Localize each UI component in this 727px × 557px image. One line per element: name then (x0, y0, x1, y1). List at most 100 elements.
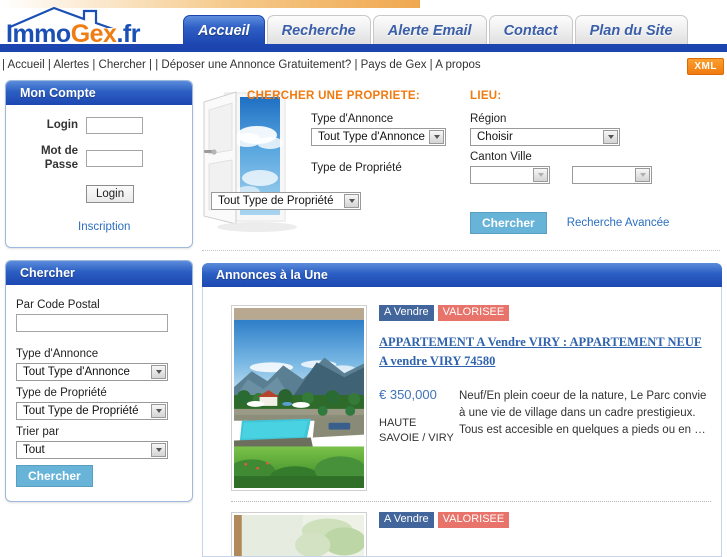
login-button[interactable]: Login (86, 184, 135, 203)
tab-alerte-email[interactable]: Alerte Email (372, 15, 487, 45)
hero-type-annonce-select[interactable]: Tout Type d'Annonce (311, 128, 446, 146)
account-panel-body: Login Mot de Passe Login Inscription (6, 105, 192, 247)
status-badge: A Vendre (379, 305, 434, 321)
tab-contact[interactable]: Contact (488, 15, 573, 45)
breadcrumb[interactable]: | Accueil | Alertes | Chercher | | Dépos… (2, 59, 481, 71)
login-input[interactable] (86, 117, 143, 134)
featured-listings-title: Annonces à la Une (202, 263, 722, 287)
hero-search-section: CHERCHER UNE PROPRIETE: LIEU: Type d'Ann… (200, 80, 722, 251)
login-label: Login (46, 119, 78, 132)
hero-actions-row: Chercher Recherche Avancée (470, 212, 669, 234)
sidebar-search-panel: Chercher Par Code Postal Type d'Annonce … (5, 259, 193, 502)
status-badge: A Vendre (379, 512, 434, 528)
listing-thumbnail-image (234, 308, 364, 488)
hero-heading-property: CHERCHER UNE PROPRIETE: (247, 90, 421, 102)
hero-divider (202, 250, 720, 251)
sidebar-trier-par-value: Tout (23, 443, 45, 456)
hero-property-column: Type d'Annonce Tout Type d'Annonce Type … (311, 113, 461, 177)
open-door-illustration (202, 88, 307, 233)
tab-contact-label: Contact (503, 22, 558, 39)
logo-part-immo: Immo (6, 20, 71, 44)
tab-accueil-label: Accueil (198, 22, 250, 39)
site-header: ImmoGex.fr Accueil Recherche Alerte Emai… (0, 0, 727, 52)
sidebar-propriete-label: Type de Propriété (16, 386, 107, 399)
xml-feed-badge[interactable]: XML (687, 58, 724, 75)
sidebar-type-propriete-value: Tout Type de Propriété (23, 404, 139, 417)
chevron-down-icon (603, 130, 618, 144)
account-panel: Mon Compte Login Mot de Passe Login Insc… (5, 80, 193, 248)
hero-ville-select[interactable] (572, 166, 652, 184)
featured-listings-body: A Vendre VALORISEE APPARTEMENT A Vendre … (202, 287, 722, 557)
tab-plan-du-site-label: Plan du Site (589, 22, 673, 39)
hero-type-propriete-value: Tout Type de Propriété (218, 195, 334, 207)
sidebar-search-button-row: Chercher (16, 464, 182, 487)
sidebar-type-propriete-select[interactable]: Tout Type de Propriété (16, 401, 168, 420)
postal-code-input[interactable] (16, 313, 168, 332)
postal-code-label: Par Code Postal (16, 298, 100, 311)
listing-thumbnail[interactable] (231, 305, 367, 491)
sidebar-search-body: Par Code Postal Type d'Annonce Tout Type… (6, 285, 192, 501)
tab-recherche[interactable]: Recherche (266, 15, 371, 45)
chevron-down-icon (635, 168, 650, 182)
password-label: Mot de Passe (40, 145, 78, 172)
featured-badge: VALORISEE (437, 305, 510, 321)
listing-price: € 350,000 (379, 386, 437, 402)
listing-badges: A Vendre VALORISEE (379, 512, 711, 528)
header-blue-bar (0, 44, 727, 52)
login-form: Login Mot de Passe (16, 117, 182, 173)
sidebar-annonce-label: Type d'Annonce (16, 347, 99, 360)
sidebar-type-annonce-value: Tout Type d'Annonce (23, 365, 130, 378)
hero-region-label: Région (470, 113, 507, 125)
sidebar-search-title: Chercher (6, 260, 192, 285)
hero-region-value: Choisir (477, 131, 513, 143)
listing-details: A Vendre VALORISEE (379, 512, 711, 556)
hero-propriete-label: Type de Propriété (311, 162, 402, 174)
listing-details: A Vendre VALORISEE APPARTEMENT A Vendre … (379, 305, 711, 491)
listing-thumbnail[interactable] (231, 512, 367, 556)
sidebar-chercher-button[interactable]: Chercher (16, 464, 93, 487)
hero-annonce-label: Type d'Annonce (311, 113, 394, 125)
listing-thumbnail-image (234, 515, 364, 556)
login-button-row: Login (16, 184, 182, 203)
tab-plan-du-site[interactable]: Plan du Site (574, 15, 688, 45)
account-panel-title: Mon Compte (6, 81, 192, 105)
tab-accueil[interactable]: Accueil (183, 15, 265, 45)
listing-body-row: € 350,000 HAUTE SAVOIE / VIRY Neuf/En pl… (379, 387, 711, 448)
hero-region-select[interactable]: Choisir (470, 128, 620, 146)
breadcrumb-row: | Accueil | Alertes | Chercher | | Dépos… (0, 56, 727, 78)
listing-item[interactable]: A Vendre VALORISEE APPARTEMENT A Vendre … (203, 287, 721, 501)
logo-part-tld: .fr (116, 20, 140, 44)
tab-recherche-label: Recherche (281, 22, 356, 39)
site-logo[interactable]: ImmoGex.fr (0, 6, 190, 44)
chevron-down-icon (344, 194, 359, 208)
sidebar-type-annonce-select[interactable]: Tout Type d'Annonce (16, 362, 168, 381)
hero-type-propriete-select[interactable]: Tout Type de Propriété (211, 192, 361, 210)
sidebar-trier-label: Trier par (16, 425, 60, 438)
hero-chercher-button[interactable]: Chercher (470, 212, 547, 234)
tab-alerte-email-label: Alerte Email (387, 22, 472, 39)
listing-title-link[interactable]: APPARTEMENT A Vendre VIRY : APPARTEMENT … (379, 333, 711, 371)
sidebar-trier-par-select[interactable]: Tout (16, 440, 168, 459)
chevron-down-icon (151, 403, 166, 418)
chevron-down-icon (151, 442, 166, 457)
hero-canton-ville-label: Canton Ville (470, 151, 532, 163)
recherche-avancee-link[interactable]: Recherche Avancée (567, 217, 670, 229)
password-input[interactable] (86, 149, 143, 167)
listing-description: Neuf/En plein coeur de la nature, Le Par… (459, 389, 707, 437)
chevron-down-icon (429, 130, 444, 144)
listing-location: HAUTE SAVOIE / VIRY (379, 416, 454, 445)
listing-meta: € 350,000 HAUTE SAVOIE / VIRY (379, 387, 459, 448)
hero-canton-select[interactable] (470, 166, 550, 184)
listing-item[interactable]: A Vendre VALORISEE (203, 502, 721, 556)
logo-wordmark: ImmoGex.fr (6, 20, 140, 44)
inscription-link[interactable]: Inscription (78, 221, 130, 233)
featured-badge: VALORISEE (437, 512, 510, 528)
hero-heading-place: LIEU: (470, 90, 502, 102)
hero-canton-ville-row (470, 166, 720, 190)
main-content: CHERCHER UNE PROPRIETE: LIEU: Type d'Ann… (200, 80, 722, 557)
sidebar: Mon Compte Login Mot de Passe Login Insc… (5, 80, 193, 514)
signup-row: Inscription (16, 219, 182, 233)
chevron-down-icon (151, 364, 166, 379)
logo-part-gex: Gex (70, 20, 117, 44)
hero-place-column: Région Choisir Canton Ville (470, 113, 720, 190)
